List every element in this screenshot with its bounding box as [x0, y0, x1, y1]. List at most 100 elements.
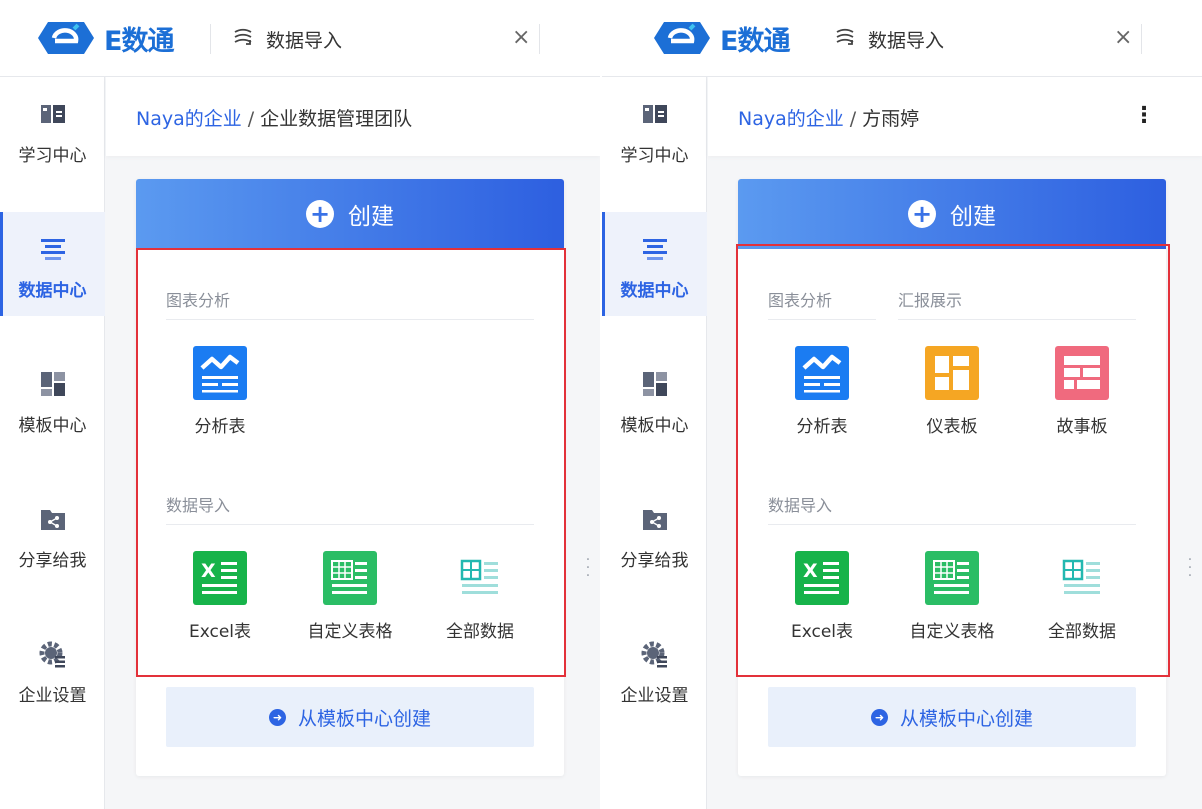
sidebar: 学习中心 数据中心 模板中心 分享给我 企业设置 [0, 77, 105, 809]
svg-text:X: X [803, 560, 818, 582]
storyboard-icon [1055, 346, 1109, 400]
breadcrumb: Naya的企业 / 企业数据管理团队 [136, 104, 412, 131]
tile-analysis-table[interactable]: 分析表 [767, 346, 877, 446]
header-divider [1141, 24, 1142, 54]
template-grid-icon [41, 372, 65, 396]
tile-dashboard[interactable]: 仪表板 [897, 346, 1007, 446]
sidebar-item-label: 学习中心 [620, 146, 689, 166]
section-title-data-import: 数据导入 [768, 496, 833, 515]
book-icon [643, 105, 667, 123]
tile-custom-table[interactable]: 自定义表格 [295, 551, 405, 651]
create-label: 创建 [348, 204, 394, 230]
tile-custom-table[interactable]: 自定义表格 [897, 551, 1007, 651]
dashboard-icon [925, 346, 979, 400]
sidebar-item-label: 数据中心 [18, 281, 87, 301]
left-panel: E数通 数据导入 × 学习中心 数据中心 模板中心 分享给我 企业设置 Naya… [0, 0, 600, 809]
app-logo[interactable]: E数通 [650, 18, 810, 58]
plus-circle-icon: + [306, 200, 334, 228]
create-from-template-button[interactable]: ➜ 从模板中心创建 [768, 687, 1136, 747]
gear-icon [39, 641, 65, 668]
sidebar-item-label: 模板中心 [620, 416, 689, 436]
tile-label: 自定义表格 [909, 622, 995, 642]
excel-icon: X [193, 551, 247, 605]
right-panel: E数通 数据导入 × 学习中心 数据中心 模板中心 分享给我 企业设置 Naya… [602, 0, 1202, 809]
breadcrumb-root-link[interactable]: Naya的企业 [738, 108, 844, 130]
sidebar-item-settings[interactable]: 企业设置 [602, 617, 707, 721]
all-data-icon [1062, 559, 1100, 594]
breadcrumb-separator: / [849, 108, 857, 130]
create-from-template-button[interactable]: ➜ 从模板中心创建 [166, 687, 534, 747]
section-title-chart-analysis: 图表分析 [768, 291, 833, 310]
tile-excel[interactable]: X Excel表 [767, 551, 877, 651]
drag-handle-icon[interactable]: · · · [1186, 553, 1194, 583]
close-tab-button[interactable]: × [1114, 24, 1132, 52]
drag-handle-icon[interactable]: · · · [584, 553, 592, 583]
sidebar-item-label: 分享给我 [620, 551, 689, 571]
arrow-right-circle-icon: ➜ [870, 708, 888, 726]
logo-text: E数通 [720, 25, 790, 57]
plus-circle-icon: + [908, 200, 936, 228]
tab-title[interactable]: 数据导入 [266, 26, 342, 53]
breadcrumb: Naya的企业 / 方雨婷 [738, 104, 919, 131]
app-logo[interactable]: E数通 [34, 18, 194, 58]
header-divider [539, 24, 540, 54]
create-button[interactable]: + 创建 [738, 179, 1166, 249]
create-button[interactable]: + 创建 [136, 179, 564, 249]
sidebar-item-learning[interactable]: 学习中心 [0, 77, 105, 181]
data-list-icon [643, 239, 667, 260]
breadcrumb-root-link[interactable]: Naya的企业 [136, 108, 242, 130]
svg-text:X: X [201, 560, 216, 582]
tab-title[interactable]: 数据导入 [868, 26, 944, 53]
tile-analysis-table[interactable]: 分析表 [165, 346, 275, 446]
sidebar-item-templates[interactable]: 模板中心 [0, 347, 105, 451]
sidebar-item-shared[interactable]: 分享给我 [0, 482, 105, 586]
tile-label: Excel表 [188, 622, 252, 642]
header-divider [210, 24, 211, 54]
section-title-report-display: 汇报展示 [898, 291, 963, 310]
sidebar-item-data-center[interactable]: 数据中心 [0, 212, 105, 316]
tile-all-data[interactable]: 全部数据 [425, 551, 535, 651]
sidebar-item-learning[interactable]: 学习中心 [602, 77, 707, 181]
section-divider [768, 524, 1136, 525]
section-divider [166, 524, 534, 525]
tile-label: 分析表 [796, 417, 848, 437]
sidebar-item-shared[interactable]: 分享给我 [602, 482, 707, 586]
sidebar-item-label: 数据中心 [620, 281, 689, 301]
tile-label: 自定义表格 [307, 622, 393, 642]
sidebar-item-label: 学习中心 [18, 146, 87, 166]
breadcrumb-current: 企业数据管理团队 [260, 108, 413, 130]
logo-mark-icon [654, 22, 710, 54]
gear-icon [641, 641, 667, 668]
sidebar: 学习中心 数据中心 模板中心 分享给我 企业设置 [602, 77, 707, 809]
share-folder-icon [41, 510, 65, 530]
tile-label: 全部数据 [446, 622, 514, 642]
close-tab-button[interactable]: × [512, 24, 530, 52]
top-bar: E数通 数据导入 × [602, 0, 1202, 77]
tile-excel[interactable]: X Excel表 [165, 551, 275, 651]
tile-label: Excel表 [790, 622, 854, 642]
data-import-icon [836, 28, 854, 45]
book-icon [41, 105, 65, 123]
section-divider [768, 319, 876, 320]
sidebar-item-templates[interactable]: 模板中心 [602, 347, 707, 451]
arrow-right-circle-icon: ➜ [268, 708, 286, 726]
sidebar-item-data-center[interactable]: 数据中心 [602, 212, 707, 316]
sidebar-item-settings[interactable]: 企业设置 [0, 617, 105, 721]
all-data-icon [460, 559, 498, 594]
tile-label: 故事板 [1056, 417, 1108, 437]
sidebar-item-label: 模板中心 [18, 416, 87, 436]
tile-all-data[interactable]: 全部数据 [1027, 551, 1137, 651]
custom-table-icon [925, 551, 979, 605]
sidebar-item-label: 分享给我 [18, 551, 87, 571]
logo-mark-icon [38, 22, 94, 54]
template-grid-icon [643, 372, 667, 396]
logo-text: E数通 [104, 25, 174, 57]
more-options-button[interactable]: ⋮ [1133, 103, 1155, 131]
analysis-table-icon [795, 346, 849, 400]
section-divider [898, 319, 1136, 320]
section-title-chart-analysis: 图表分析 [166, 291, 231, 310]
tile-storyboard[interactable]: 故事板 [1027, 346, 1137, 446]
tile-label: 仪表板 [926, 417, 978, 437]
excel-icon: X [795, 551, 849, 605]
custom-table-icon [323, 551, 377, 605]
